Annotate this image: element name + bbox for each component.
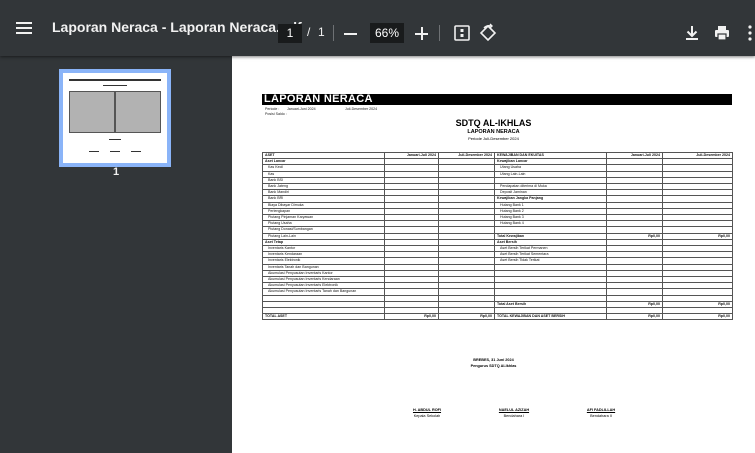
table-cell: TOTAL KEWAJIBAN DAN ASET BERSIH	[494, 312, 607, 320]
toolbar-divider	[333, 25, 334, 41]
pengurus-label: Pengurus SDTQ Al-Ikhlas	[470, 364, 517, 368]
table-cell: TOTAL ASET	[262, 312, 385, 320]
toolbar-divider	[439, 25, 440, 41]
thumbnail-sidebar: 1	[0, 56, 232, 453]
table-cell: Rp0,00	[438, 312, 495, 320]
document-viewer[interactable]: LAPORAN NERACA Periode : Januari-Juni 20…	[232, 56, 755, 453]
download-icon[interactable]	[683, 24, 701, 42]
page-total: 1	[318, 25, 325, 39]
report-subtitle: LAPORAN NERACA	[467, 129, 520, 135]
signatory-role: Bendahara I	[503, 414, 525, 418]
periode-value-2: Juli-Desember 2024	[345, 107, 378, 111]
signatory-name: H. ABDUL ROFI	[412, 408, 442, 412]
thumbnail-page-number: 1	[112, 166, 120, 178]
table-cell: Rp0,00	[384, 312, 439, 320]
zoom-in-icon[interactable]	[411, 24, 431, 44]
balance-sheet-table: ASET Januari-Juli 2024 Juli-Desember 2024 K…	[262, 151, 733, 320]
page-separator: /	[307, 25, 311, 39]
page-thumbnail[interactable]	[59, 69, 171, 167]
periode-label: Periode :	[265, 107, 280, 111]
zoom-input[interactable]: 66%	[370, 23, 404, 43]
table-cell: Rp0,00	[662, 312, 733, 320]
menu-icon[interactable]	[14, 18, 34, 38]
pdf-toolbar: Laporan Neraca - Laporan Neraca.pdf 1 / …	[0, 0, 755, 56]
periode-value-1: Januari-Juni 2024	[287, 107, 316, 111]
more-icon[interactable]	[745, 23, 755, 43]
pdf-page: LAPORAN NERACA Periode : Januari-Juni 20…	[232, 56, 755, 453]
place-date: BREBES, 31 Juni 2024	[473, 358, 514, 362]
posisi-saldo-label: Posisi Saldo :	[265, 112, 287, 116]
fit-page-icon[interactable]	[452, 23, 472, 43]
thumbnail-preview	[63, 73, 167, 163]
signatory-role: Kepala Sekolah	[413, 414, 441, 418]
signatory-role: Bendahara II	[590, 414, 612, 418]
signatory-name: AFI FADLILLAH	[586, 408, 616, 412]
report-heading: LAPORAN NERACA	[264, 93, 373, 105]
zoom-out-icon[interactable]	[340, 24, 360, 44]
document-title: Laporan Neraca - Laporan Neraca.pdf	[52, 19, 302, 35]
report-period: Periode Juli-Desember 2024	[468, 136, 519, 141]
rotate-icon[interactable]	[478, 23, 498, 43]
signatory-name: NAELUL AZIZAH	[498, 408, 530, 412]
organization-name: SDTQ AL-IKHLAS	[455, 118, 532, 128]
print-icon[interactable]	[713, 24, 731, 42]
table-cell: Rp0,00	[606, 312, 663, 320]
page-number-input[interactable]: 1	[278, 24, 302, 43]
table-row: TOTAL ASET Rp0,00 Rp0,00 TOTAL KEWAJIBAN DA…	[262, 312, 733, 320]
